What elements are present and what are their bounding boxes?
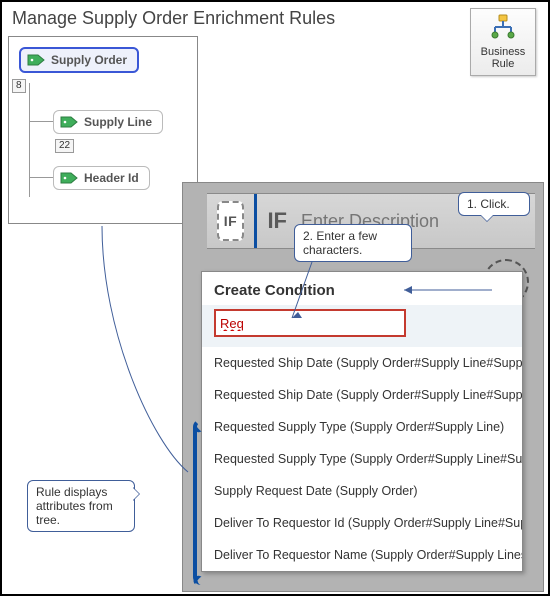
callout-1-click: 1. Click.	[458, 192, 530, 216]
page-title: Manage Supply Order Enrichment Rules	[12, 8, 335, 29]
tree-node-label: Supply Line	[84, 115, 152, 129]
if-chip[interactable]: IF	[217, 201, 244, 241]
tree-root-supply-order[interactable]: Supply Order	[19, 45, 139, 75]
tag-icon	[60, 172, 78, 184]
tree-node-header-id[interactable]: Header Id	[53, 163, 150, 193]
suggestion-item[interactable]: Deliver To Requestor Name (Supply Order#…	[202, 539, 522, 571]
if-label: IF	[267, 208, 287, 234]
tree-node-supply-line[interactable]: Supply Line	[53, 107, 163, 137]
business-rule-label-1: Business	[471, 46, 535, 58]
callout-2-enter: 2. Enter a few characters.	[294, 224, 412, 262]
tree-root-label: Supply Order	[51, 53, 127, 67]
business-rule-icon	[489, 13, 517, 41]
tree-node-label: Header Id	[84, 171, 139, 185]
suggestion-item[interactable]: Supply Request Date (Supply Order)	[202, 475, 522, 507]
if-accent-bar	[254, 194, 257, 248]
suggestion-item[interactable]: Requested Ship Date (Supply Order#Supply…	[202, 379, 522, 411]
condition-suggestions: Requested Ship Date (Supply Order#Supply…	[202, 347, 522, 571]
tree-root-count: 8	[12, 79, 26, 93]
tag-icon	[60, 116, 78, 128]
suggestion-item[interactable]: Deliver To Requestor Id (Supply Order#Su…	[202, 507, 522, 539]
create-condition-card: Create Condition Requested Ship Date (Su…	[201, 271, 523, 572]
business-rule-button[interactable]: Business Rule	[470, 8, 536, 76]
tag-icon	[27, 54, 45, 66]
condition-search-input[interactable]	[214, 309, 406, 337]
suggestion-item[interactable]: Requested Supply Type (Supply Order#Supp…	[202, 411, 522, 443]
brace-marker	[193, 419, 205, 585]
tree-node-supply-line-count: 22	[55, 139, 74, 153]
suggestion-item[interactable]: Requested Supply Type (Supply Order#Supp…	[202, 443, 522, 475]
suggestion-item[interactable]: Requested Ship Date (Supply Order#Supply…	[202, 347, 522, 379]
callout-3-tree: Rule displays attributes from tree.	[27, 480, 135, 532]
business-rule-label-2: Rule	[471, 58, 535, 70]
create-condition-title: Create Condition	[202, 272, 522, 305]
attribute-tree-panel: Supply Order 8 Supply Line 22	[8, 36, 198, 224]
